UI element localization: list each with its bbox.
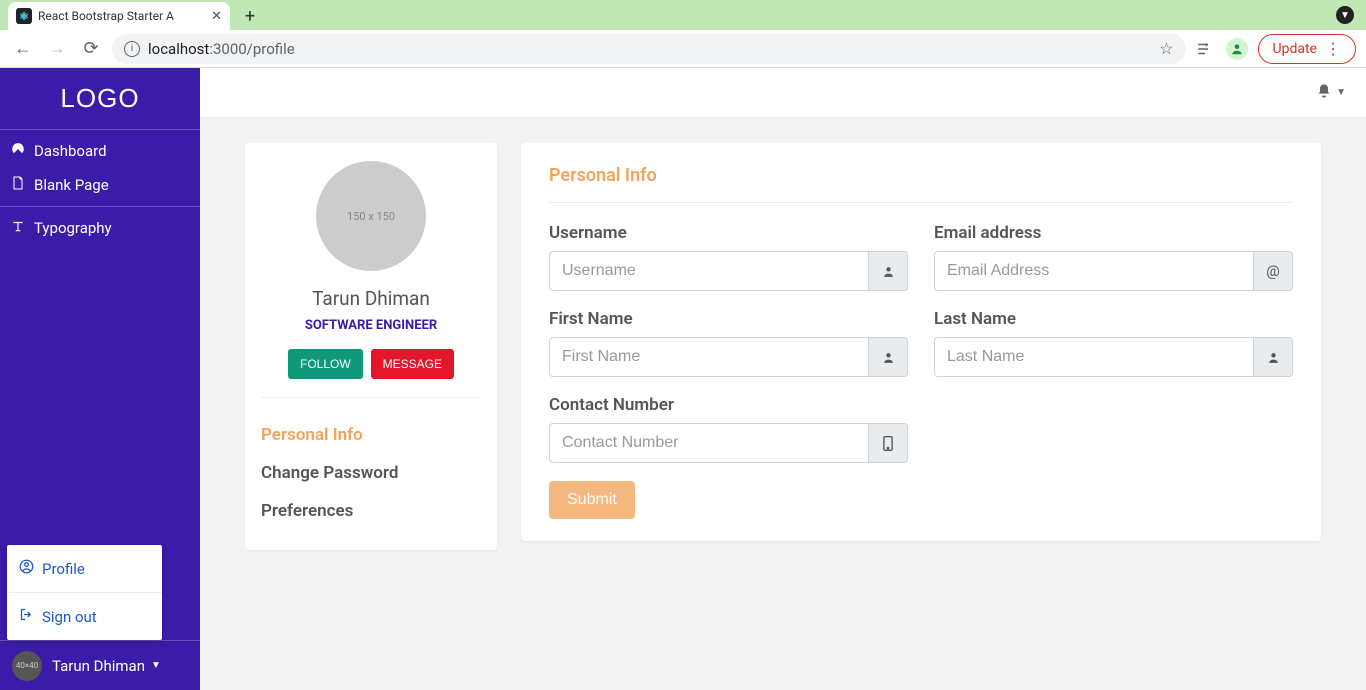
field-email: Email address @ <box>934 223 1293 291</box>
content: 150 x 150 Tarun Dhiman SOFTWARE ENGINEER… <box>200 118 1366 575</box>
submit-button[interactable]: Submit <box>549 481 635 519</box>
url-path: :3000/profile <box>209 40 294 58</box>
user-avatar-small: 40×40 <box>12 651 42 681</box>
profile-tab-personal-info[interactable]: Personal Info <box>261 416 481 454</box>
profile-actions: FOLLOW MESSAGE <box>261 349 481 397</box>
chrome-toolbar-icons: Update ⋮ <box>1194 34 1356 64</box>
sidebar-group-2: Typography <box>0 207 200 249</box>
media-control-icon[interactable] <box>1194 38 1216 60</box>
contact-input[interactable] <box>549 423 868 463</box>
logo[interactable]: LOGO <box>0 68 200 130</box>
user-menu-label: Profile <box>42 560 85 578</box>
email-label: Email address <box>934 223 1293 243</box>
sidebar-user-name: Tarun Dhiman <box>52 657 145 675</box>
update-label: Update <box>1273 41 1317 57</box>
last-name-input[interactable] <box>934 337 1253 377</box>
contact-label: Contact Number <box>549 395 908 415</box>
browser-chrome: ⚛ React Bootstrap Starter A ✕ + ▼ ← → ⟳ … <box>0 0 1366 68</box>
forward-button[interactable]: → <box>44 38 70 59</box>
username-label: Username <box>549 223 908 243</box>
profile-role: SOFTWARE ENGINEER <box>261 318 481 333</box>
profile-tab-preferences[interactable]: Preferences <box>261 492 481 530</box>
sidebar-user-toggle[interactable]: 40×40 Tarun Dhiman ▼ <box>0 640 200 690</box>
url-text: localhost:3000/profile <box>148 40 295 58</box>
sidebar: LOGO Dashboard Blank Page Typography <box>0 68 200 690</box>
file-icon <box>10 176 26 194</box>
caret-down-icon: ▼ <box>151 660 161 671</box>
topbar: ▼ <box>200 68 1366 118</box>
dashboard-icon <box>10 142 26 160</box>
bookmark-star-icon[interactable]: ☆ <box>1159 39 1173 58</box>
user-icon <box>868 337 908 377</box>
field-contact: Contact Number <box>549 395 908 463</box>
user-circle-icon <box>19 559 34 578</box>
typography-icon <box>10 219 26 237</box>
address-bar: ← → ⟳ i localhost:3000/profile ☆ Update … <box>0 30 1366 68</box>
sidebar-item-blank-page[interactable]: Blank Page <box>0 168 200 202</box>
app-root: LOGO Dashboard Blank Page Typography <box>0 68 1366 690</box>
tab-title: React Bootstrap Starter A <box>38 9 205 23</box>
tab-close-icon[interactable]: ✕ <box>211 9 222 24</box>
kebab-menu-icon[interactable]: ⋮ <box>1325 41 1341 57</box>
first-name-label: First Name <box>549 309 908 329</box>
email-input[interactable] <box>934 251 1253 291</box>
profile-avatar-icon[interactable] <box>1226 38 1248 60</box>
browser-tab[interactable]: ⚛ React Bootstrap Starter A ✕ <box>8 2 230 30</box>
divider <box>261 397 481 398</box>
notifications-dropdown[interactable]: ▼ <box>1316 83 1346 103</box>
form-grid: Username Email address @ <box>549 223 1293 463</box>
react-favicon: ⚛ <box>16 8 32 24</box>
user-menu-signout[interactable]: Sign out <box>7 592 162 640</box>
profile-card: 150 x 150 Tarun Dhiman SOFTWARE ENGINEER… <box>245 143 497 550</box>
url-host: localhost <box>148 40 209 58</box>
profile-tab-change-password[interactable]: Change Password <box>261 454 481 492</box>
main-area: ▼ 150 x 150 Tarun Dhiman SOFTWARE ENGINE… <box>200 68 1366 690</box>
username-input[interactable] <box>549 251 868 291</box>
field-last-name: Last Name <box>934 309 1293 377</box>
bell-icon <box>1316 83 1332 103</box>
window-menu-icon[interactable]: ▼ <box>1336 6 1354 24</box>
follow-button[interactable]: FOLLOW <box>288 349 363 379</box>
profile-avatar-large: 150 x 150 <box>316 161 426 271</box>
sidebar-group-1: Dashboard Blank Page <box>0 130 200 207</box>
message-button[interactable]: MESSAGE <box>371 349 454 379</box>
at-icon: @ <box>1253 251 1293 291</box>
field-username: Username <box>549 223 908 291</box>
field-first-name: First Name <box>549 309 908 377</box>
sidebar-item-label: Typography <box>34 219 112 237</box>
back-button[interactable]: ← <box>10 38 36 59</box>
form-title: Personal Info <box>549 165 1293 203</box>
sidebar-item-typography[interactable]: Typography <box>0 211 200 245</box>
caret-down-icon: ▼ <box>1336 87 1346 98</box>
tab-strip: ⚛ React Bootstrap Starter A ✕ + ▼ <box>0 0 1366 30</box>
personal-info-form: Personal Info Username Email address <box>521 143 1321 541</box>
last-name-label: Last Name <box>934 309 1293 329</box>
user-menu-profile[interactable]: Profile <box>7 545 162 592</box>
url-input[interactable]: i localhost:3000/profile ☆ <box>112 34 1186 64</box>
signout-icon <box>19 607 34 626</box>
first-name-input[interactable] <box>549 337 868 377</box>
profile-name: Tarun Dhiman <box>261 287 481 310</box>
sidebar-item-label: Dashboard <box>34 142 107 160</box>
user-menu-label: Sign out <box>42 608 97 626</box>
sidebar-item-label: Blank Page <box>34 176 109 194</box>
site-info-icon[interactable]: i <box>124 41 140 57</box>
avatar-placeholder-text: 150 x 150 <box>347 210 395 223</box>
reload-button[interactable]: ⟳ <box>78 38 104 59</box>
user-icon <box>1253 337 1293 377</box>
mobile-icon <box>868 423 908 463</box>
new-tab-button[interactable]: + <box>236 2 264 30</box>
browser-update-button[interactable]: Update ⋮ <box>1258 34 1356 64</box>
user-icon <box>868 251 908 291</box>
user-menu-popup: Profile Sign out <box>7 545 162 640</box>
sidebar-item-dashboard[interactable]: Dashboard <box>0 134 200 168</box>
